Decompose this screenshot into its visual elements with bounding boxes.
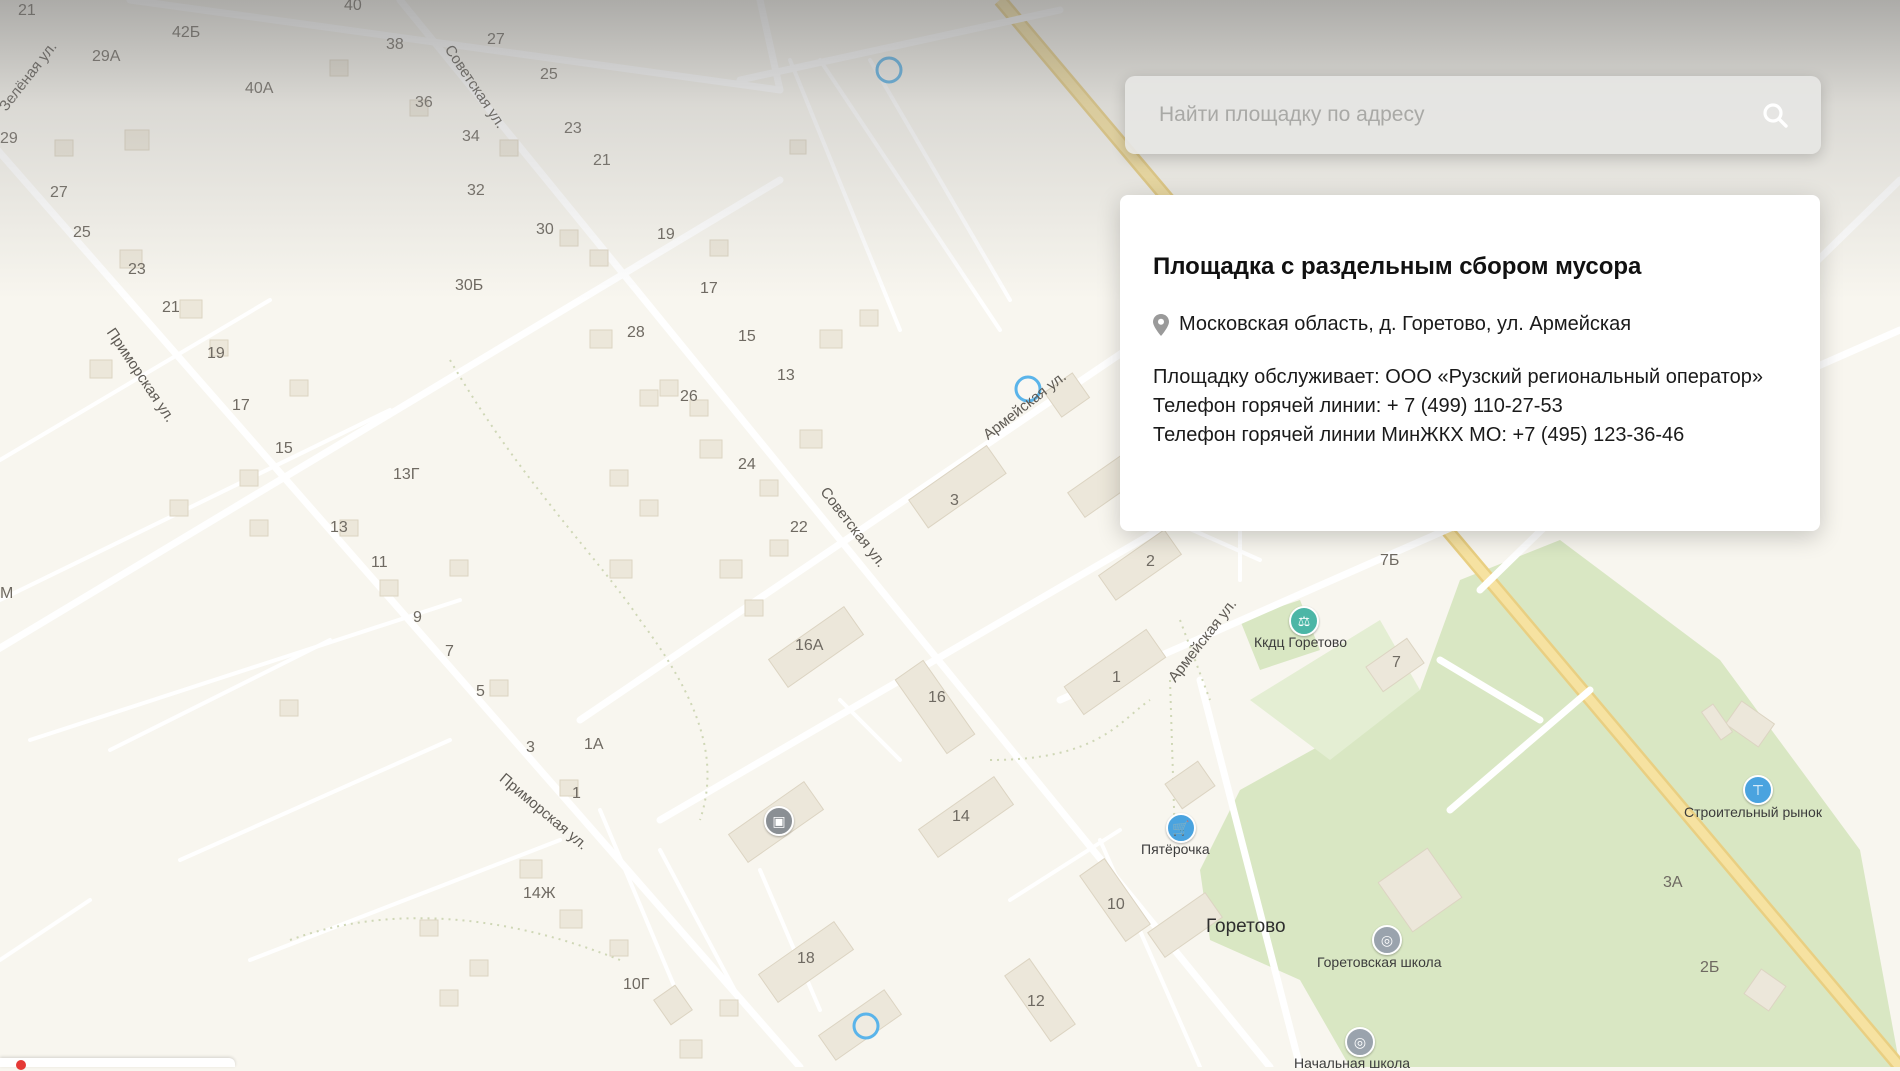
house-number: М — [0, 585, 14, 602]
house-number: 15 — [275, 440, 293, 457]
house-number: 13 — [777, 367, 795, 384]
museum-poi-icon[interactable]: ⚖ — [1289, 606, 1319, 636]
house-number: 26 — [680, 388, 698, 405]
house-number: 13Г — [393, 466, 420, 483]
location-pin-icon — [1153, 313, 1169, 336]
house-number: 27 — [50, 184, 68, 201]
card-address: Московская область, д. Горетово, ул. Арм… — [1153, 313, 1631, 336]
card-address-text: Московская область, д. Горетово, ул. Арм… — [1179, 313, 1632, 335]
poi-label-kkdc[interactable]: Ккдц Горетово — [1254, 634, 1347, 650]
search-icon[interactable] — [1755, 95, 1795, 135]
card-operator: Площадку обслуживает: ООО «Рузский регио… — [1153, 366, 1763, 388]
poi-label-school[interactable]: Горетовская школа — [1317, 954, 1442, 970]
house-number: 7 — [445, 643, 454, 660]
house-number: 29 — [0, 130, 18, 147]
house-number: 17 — [232, 397, 250, 414]
poi-label-pyaterochka[interactable]: Пятёрочка — [1141, 841, 1210, 857]
hardware-poi-icon[interactable]: ⊤ — [1743, 775, 1773, 805]
house-number: 5 — [476, 683, 485, 700]
house-number: 21 — [18, 2, 36, 19]
house-number: 13 — [330, 519, 348, 536]
house-number: 16А — [795, 637, 824, 654]
house-number: 40 — [344, 0, 362, 14]
card-details: Площадку обслуживает: ООО «Рузский регио… — [1153, 363, 1773, 450]
map-layer — [0, 0, 1900, 1067]
house-number: 18 — [797, 950, 815, 967]
map-canvas[interactable]: 21 40 42Б 38 27 29А 40А 25 36 23 34 21 2… — [0, 0, 1900, 1071]
house-number: 42Б — [172, 24, 201, 41]
house-number: 30Б — [455, 277, 484, 294]
house-number: 21 — [593, 152, 611, 169]
map-attribution-icon — [16, 1060, 26, 1070]
poi-label-primary-school[interactable]: Начальная школа — [1294, 1055, 1410, 1071]
primary-school-poi-icon[interactable]: ◎ — [1345, 1027, 1375, 1057]
house-number: 16 — [928, 689, 946, 706]
house-number: 36 — [415, 94, 433, 111]
house-number: 23 — [564, 120, 582, 137]
house-number: 2Б — [1700, 959, 1720, 976]
house-number: 12 — [1027, 993, 1045, 1010]
house-number: 10 — [1107, 896, 1125, 913]
house-number: 38 — [386, 36, 404, 53]
card-hotline: Телефон горячей линии: + 7 (499) 110-27-… — [1153, 395, 1563, 417]
house-number: 1 — [572, 785, 581, 802]
shop-poi-icon[interactable]: 🛒 — [1166, 813, 1196, 843]
house-number: 27 — [487, 31, 505, 48]
house-number: 19 — [657, 226, 675, 243]
search-input[interactable] — [1125, 75, 1755, 155]
house-number: 29А — [92, 48, 121, 65]
waste-site-markers — [852, 56, 1042, 1040]
house-number: 9 — [413, 609, 422, 626]
building-poi-icon[interactable]: ▣ — [764, 806, 794, 836]
house-number: 14 — [952, 808, 970, 825]
house-number: 25 — [73, 224, 91, 241]
house-number: 19 — [207, 345, 225, 362]
house-number: 15 — [738, 328, 756, 345]
poi-label-market[interactable]: Строительный рынок — [1684, 804, 1822, 820]
card-ministry-hotline: Телефон горячей линии МинЖКХ МО: +7 (495… — [1153, 424, 1685, 446]
house-number: 21 — [162, 299, 180, 316]
house-number: 1А — [584, 736, 604, 753]
house-number: 11 — [371, 554, 388, 571]
house-number: 2 — [1146, 553, 1155, 570]
house-number: 23 — [128, 261, 146, 278]
school-poi-icon[interactable]: ◎ — [1372, 925, 1402, 955]
house-number: 10Г — [623, 976, 650, 993]
settlement-label: Горетово — [1206, 916, 1286, 937]
card-title: Площадка с раздельным сбором мусора — [1153, 253, 1642, 280]
map-attribution — [0, 1058, 235, 1067]
house-number: 22 — [790, 519, 808, 536]
house-number: 7Б — [1380, 552, 1400, 569]
house-number: 1 — [1112, 669, 1121, 686]
house-number: 24 — [738, 456, 756, 473]
house-number: 40А — [245, 80, 274, 97]
house-number: 28 — [627, 324, 645, 341]
search-bar[interactable] — [1125, 75, 1821, 155]
house-number: 7 — [1392, 654, 1401, 671]
house-number: 14Ж — [523, 885, 556, 902]
house-number: 17 — [700, 280, 718, 297]
house-number: 34 — [462, 128, 480, 145]
house-number: 30 — [536, 221, 554, 238]
house-number: 25 — [540, 66, 558, 83]
site-info-card: Площадка с раздельным сбором мусора Моск… — [1120, 195, 1820, 531]
house-number: 3А — [1663, 874, 1683, 891]
house-number: 3 — [950, 492, 959, 509]
house-number: 32 — [467, 182, 485, 199]
house-number: 3 — [526, 739, 535, 756]
